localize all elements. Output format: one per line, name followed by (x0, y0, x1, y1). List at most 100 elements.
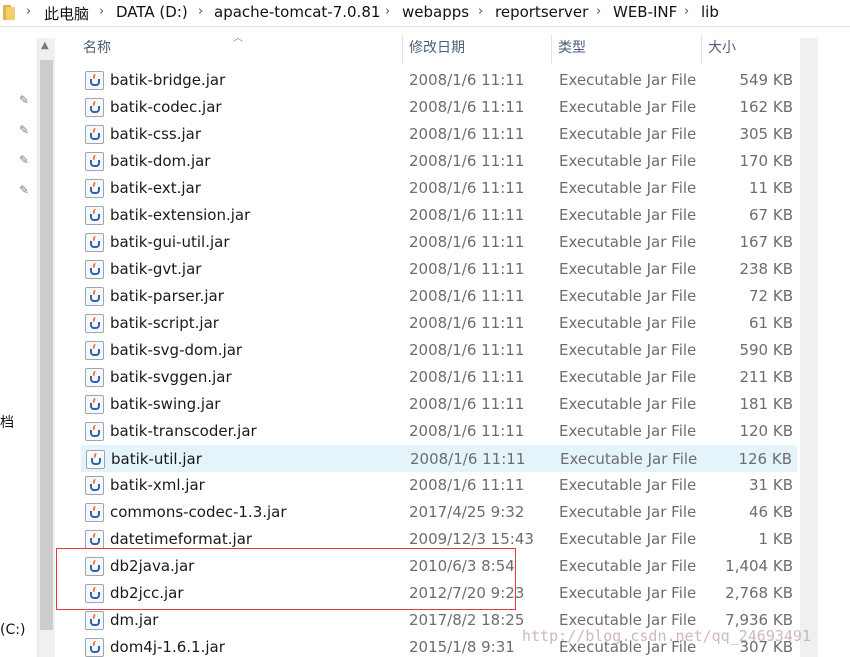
file-modified-date: 2009/12/3 15:43 (409, 530, 534, 548)
pin-icon[interactable]: ✎ (19, 183, 33, 197)
file-row[interactable]: batik-script.jar 2008/1/6 11:11 Executable… (81, 310, 797, 337)
pin-icon[interactable]: ✎ (19, 123, 33, 137)
file-type: Executable Jar File (559, 260, 697, 278)
pin-icon[interactable]: ✎ (19, 153, 33, 167)
chevron-right-icon[interactable]: › (198, 4, 203, 19)
file-modified-date: 2008/1/6 11:11 (409, 341, 525, 359)
file-row[interactable]: batik-transcoder.jar 2008/1/6 11:11 Execut… (81, 418, 797, 445)
file-type: Executable Jar File (559, 314, 697, 332)
nav-item-c-drive[interactable]: (C:) (0, 622, 25, 638)
file-row[interactable]: batik-dom.jar 2008/1/6 11:11 Executable Ja… (81, 148, 797, 175)
navigation-pane[interactable]: ✎ ✎ ✎ ✎ 档 (C:) ▲ (0, 28, 56, 657)
file-row[interactable]: batik-svggen.jar 2008/1/6 11:11 Executable… (81, 364, 797, 391)
file-row[interactable]: batik-xml.jar 2008/1/6 11:11 Executable Ja… (81, 472, 797, 499)
file-size: 181 KB (739, 395, 793, 413)
file-modified-date: 2008/1/6 11:11 (409, 179, 525, 197)
breadcrumb-this-pc[interactable]: 此电脑 (44, 3, 89, 24)
column-header-name[interactable]: 名称 (83, 37, 111, 57)
chevron-right-icon[interactable]: › (478, 4, 483, 19)
column-header-type[interactable]: 类型 (558, 37, 586, 57)
annotation-highlight-box (56, 548, 516, 610)
file-type: Executable Jar File (559, 179, 697, 197)
java-jar-icon (85, 206, 104, 225)
file-name: batik-swing.jar (110, 395, 221, 413)
file-modified-date: 2017/8/2 18:25 (409, 611, 525, 629)
nav-scrollbar-thumb[interactable] (40, 60, 53, 630)
file-size: 170 KB (739, 152, 793, 170)
java-jar-icon (85, 260, 104, 279)
file-row[interactable]: batik-svg-dom.jar 2008/1/6 11:11 Executabl… (81, 337, 797, 364)
file-name: datetimeformat.jar (110, 530, 253, 548)
java-jar-icon (85, 611, 104, 630)
nav-scrollbar[interactable]: ▲ (37, 38, 55, 657)
file-row[interactable]: batik-gvt.jar 2008/1/6 11:11 Executable Ja… (81, 256, 797, 283)
file-type: Executable Jar File (559, 368, 697, 386)
file-modified-date: 2008/1/6 11:11 (409, 98, 525, 116)
file-name: batik-css.jar (110, 125, 202, 143)
file-row[interactable]: batik-bridge.jar 2008/1/6 11:11 Executable… (81, 67, 797, 94)
chevron-right-icon[interactable]: › (26, 4, 31, 19)
file-type: Executable Jar File (559, 530, 697, 548)
scroll-up-icon[interactable]: ▲ (41, 40, 49, 51)
sort-ascending-icon: ︿ (233, 33, 243, 44)
file-size: 126 KB (738, 450, 792, 468)
column-divider[interactable] (701, 34, 702, 64)
breadcrumb-webapps[interactable]: webapps (402, 3, 469, 21)
breadcrumb-drive[interactable]: DATA (D:) (116, 3, 188, 21)
file-size: 2,768 KB (725, 584, 793, 602)
file-row[interactable]: batik-gui-util.jar 2008/1/6 11:11 Executab… (81, 229, 797, 256)
file-size: 549 KB (739, 71, 793, 89)
file-size: 238 KB (739, 260, 793, 278)
file-modified-date: 2008/1/6 11:11 (409, 287, 525, 305)
file-type: Executable Jar File (559, 557, 697, 575)
column-divider[interactable] (402, 34, 403, 64)
breadcrumb-tomcat[interactable]: apache-tomcat-7.0.81 (214, 3, 380, 21)
breadcrumb-lib[interactable]: lib (701, 3, 719, 21)
file-modified-date: 2008/1/6 11:11 (409, 260, 525, 278)
java-jar-icon (85, 152, 104, 171)
file-modified-date: 2008/1/6 11:11 (409, 71, 525, 89)
java-jar-icon (86, 450, 105, 469)
file-size: 61 KB (749, 314, 793, 332)
file-row[interactable]: batik-ext.jar 2008/1/6 11:11 Executable Ja… (81, 175, 797, 202)
chevron-right-icon[interactable]: › (385, 4, 390, 19)
watermark: http://blog.csdn.net/qq_24693491 (522, 627, 811, 645)
breadcrumb-web-inf[interactable]: WEB-INF (613, 3, 677, 21)
column-header-date[interactable]: 修改日期 (409, 37, 465, 57)
file-size: 72 KB (749, 287, 793, 305)
file-list-scrollbar[interactable] (800, 38, 818, 657)
file-size: 1,404 KB (725, 557, 793, 575)
file-row[interactable]: batik-util.jar 2008/1/6 11:11 Executable J… (81, 445, 797, 472)
file-type: Executable Jar File (559, 125, 697, 143)
breadcrumb-reportserver[interactable]: reportserver (495, 3, 588, 21)
file-row[interactable]: batik-codec.jar 2008/1/6 11:11 Executable … (81, 94, 797, 121)
file-name: batik-transcoder.jar (110, 422, 257, 440)
pin-icon[interactable]: ✎ (19, 93, 33, 107)
java-jar-icon (85, 179, 104, 198)
java-jar-icon (85, 368, 104, 387)
nav-item-fragment[interactable]: 档 (0, 412, 14, 432)
address-bar[interactable]: › 此电脑 › DATA (D:) › apache-tomcat-7.0.81… (0, 0, 850, 27)
file-modified-date: 2017/4/25 9:32 (409, 503, 525, 521)
file-name: dom4j-1.6.1.jar (110, 638, 225, 656)
chevron-right-icon[interactable]: › (684, 4, 689, 19)
file-row[interactable]: batik-swing.jar 2008/1/6 11:11 Executable … (81, 391, 797, 418)
file-row[interactable]: batik-css.jar 2008/1/6 11:11 Executable Ja… (81, 121, 797, 148)
file-row[interactable]: batik-parser.jar 2008/1/6 11:11 Executable… (81, 283, 797, 310)
java-jar-icon (85, 503, 104, 522)
file-row[interactable]: commons-codec-1.3.jar 2017/4/25 9:32 Execu… (81, 499, 797, 526)
java-jar-icon (85, 638, 104, 657)
chevron-right-icon[interactable]: › (99, 4, 104, 19)
file-size: 120 KB (739, 422, 793, 440)
file-size: 590 KB (739, 341, 793, 359)
file-type: Executable Jar File (559, 503, 697, 521)
file-name: batik-svg-dom.jar (110, 341, 243, 359)
file-type: Executable Jar File (559, 152, 697, 170)
file-type: Executable Jar File (559, 476, 697, 494)
file-size: 31 KB (749, 476, 793, 494)
column-divider[interactable] (551, 34, 552, 64)
column-header-size[interactable]: 大小 (708, 37, 736, 57)
chevron-right-icon[interactable]: › (596, 4, 601, 19)
file-row[interactable]: batik-extension.jar 2008/1/6 11:11 Executa… (81, 202, 797, 229)
file-size: 167 KB (739, 233, 793, 251)
